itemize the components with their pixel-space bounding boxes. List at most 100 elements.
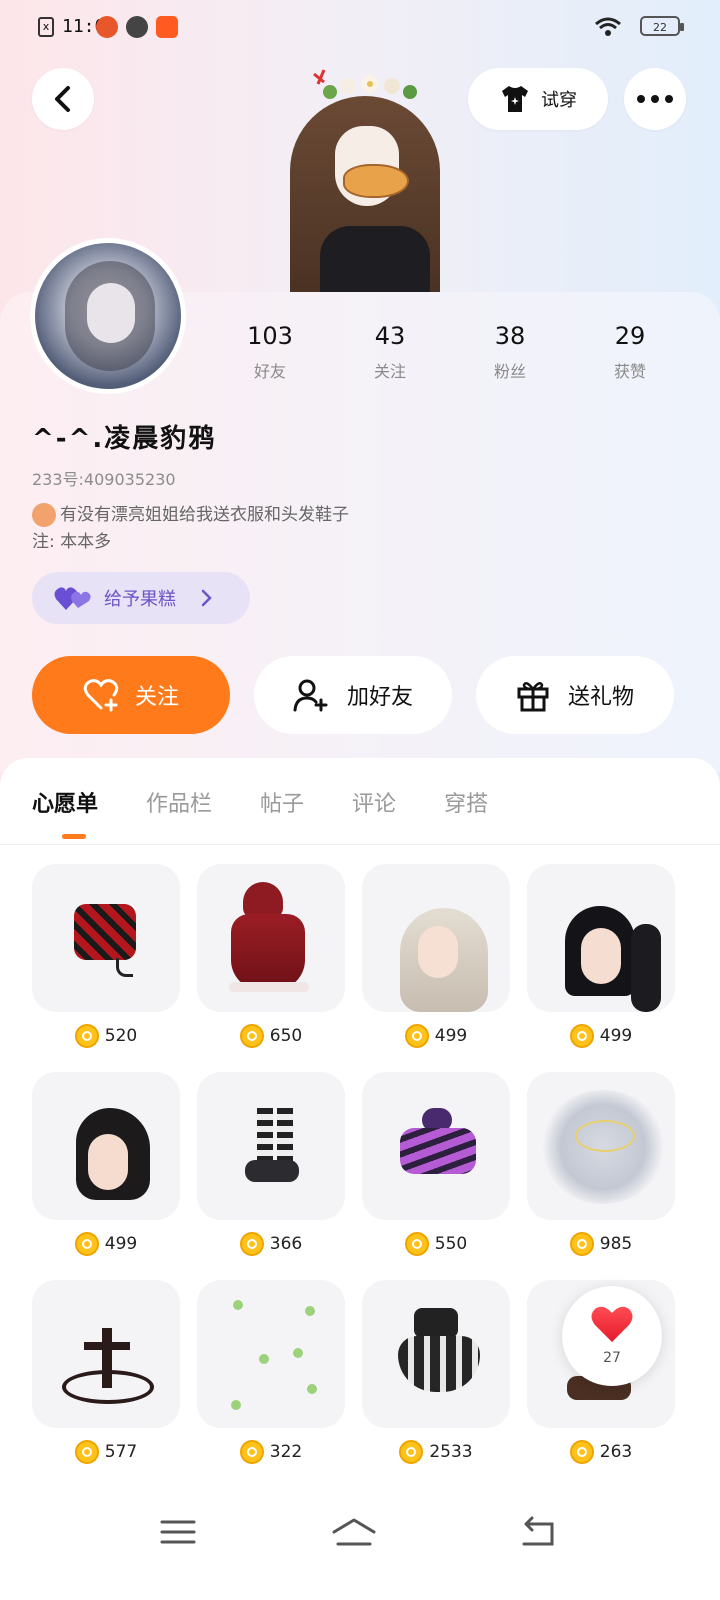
coin-icon (569, 1024, 594, 1048)
chevron-left-icon (55, 86, 70, 112)
item-price: 263 (527, 1440, 675, 1464)
stat-label: 获赞 (613, 362, 646, 381)
stat-following[interactable]: 43 关注 (330, 322, 450, 382)
item-price: 499 (527, 1024, 675, 1048)
content-panel: 心愿单 作品栏 帖子 评论 穿搭 520 650 499 499 499 366… (0, 758, 720, 1600)
item-price: 499 (362, 1024, 510, 1048)
coin-icon (404, 1232, 429, 1256)
stat-fans[interactable]: 38 粉丝 (450, 322, 570, 382)
bio-text: 有没有漂亮姐姐给我送衣服和头发鞋子 (60, 505, 349, 525)
wishlist-item[interactable]: 322 (197, 1280, 345, 1488)
item-price: 366 (197, 1232, 345, 1256)
price-value: 650 (269, 1026, 303, 1046)
stat-value: 38 (494, 322, 526, 350)
item-image-gothic-lolita-dress (362, 1280, 510, 1428)
back-nav-icon[interactable] (518, 1512, 558, 1552)
wishlist-item[interactable]: 499 (362, 864, 510, 1072)
wifi-icon (595, 17, 621, 36)
item-price: 499 (32, 1232, 180, 1256)
follow-button[interactable]: 关注 (32, 656, 230, 734)
app-icon-red (96, 16, 118, 38)
wishlist-item[interactable]: 499 (32, 1072, 180, 1280)
tshirt-icon (502, 86, 528, 112)
wishlist-item[interactable]: 577 (32, 1280, 180, 1488)
item-image-blonde-long-hair (362, 864, 510, 1012)
coin-icon (239, 1440, 264, 1464)
send-gift-button[interactable]: 送礼物 (476, 656, 674, 734)
coin-icon (569, 1232, 594, 1256)
gift-cake-pill[interactable]: 给予果糕 (32, 572, 250, 624)
tab-comments[interactable]: 评论 (352, 786, 396, 818)
tab-posts[interactable]: 帖子 (260, 786, 304, 818)
tab-bar: 心愿单 作品栏 帖子 评论 穿搭 (32, 786, 488, 839)
price-value: 322 (269, 1442, 303, 1462)
send-gift-label: 送礼物 (567, 685, 634, 710)
wishlist-item[interactable]: 520 (32, 864, 180, 1072)
item-price: 577 (32, 1440, 180, 1464)
coin-icon (239, 1232, 264, 1256)
like-count: 27 (603, 1350, 621, 1366)
tab-outfits[interactable]: 穿搭 (444, 786, 488, 818)
item-price: 550 (362, 1232, 510, 1256)
wishlist-item[interactable]: 550 (362, 1072, 510, 1280)
item-image-clover-effect (197, 1280, 345, 1428)
tab-works[interactable]: 作品栏 (146, 786, 212, 818)
item-image-striped-socks-boots (197, 1072, 345, 1220)
wishlist-item[interactable]: 650 (197, 864, 345, 1072)
like-button[interactable]: 27 (562, 1286, 662, 1386)
coin-icon (74, 1440, 99, 1464)
system-nav-bar (0, 1490, 720, 1600)
price-value: 577 (104, 1442, 138, 1462)
fish-taiyaki-icon (343, 164, 409, 198)
item-image-black-messy-bun-hair (32, 1072, 180, 1220)
wishlist-grid: 520 650 499 499 499 366 550 985 577 322 … (32, 864, 676, 1488)
back-button[interactable] (32, 68, 94, 130)
price-value: 263 (599, 1442, 633, 1462)
wishlist-item[interactable]: 366 (197, 1072, 345, 1280)
avatar[interactable] (30, 238, 186, 394)
wishlist-item[interactable]: 985 (527, 1072, 675, 1280)
tab-wishlist[interactable]: 心愿单 (32, 786, 98, 839)
gift-pill-label: 给予果糕 (104, 589, 176, 610)
notification-icon-x: x (38, 17, 54, 37)
stat-likes[interactable]: 29 获赞 (570, 322, 690, 382)
menu-icon[interactable] (158, 1512, 198, 1552)
add-friend-button[interactable]: 加好友 (254, 656, 452, 734)
stat-label: 好友 (253, 362, 286, 381)
price-value: 985 (599, 1234, 633, 1254)
add-friend-label: 加好友 (346, 685, 413, 710)
price-value: 499 (104, 1234, 138, 1254)
stat-value: 103 (247, 322, 293, 350)
bio: 有没有漂亮姐姐给我送衣服和头发鞋子 注: 本本多 (32, 502, 672, 556)
stat-label: 粉丝 (493, 362, 526, 381)
profile-stats: 103 好友 43 关注 38 粉丝 29 获赞 (210, 322, 690, 382)
item-image-dark-cross-ornament (32, 1280, 180, 1428)
coin-icon (399, 1440, 424, 1464)
status-bar: x 11:08 22 (0, 0, 720, 56)
home-icon[interactable] (330, 1512, 378, 1552)
item-price: 322 (197, 1440, 345, 1464)
item-price: 2533 (362, 1440, 510, 1464)
price-value: 520 (104, 1026, 138, 1046)
item-price: 650 (197, 1024, 345, 1048)
stat-value: 29 (614, 322, 646, 350)
heart-plus-icon (83, 679, 119, 712)
coin-icon (404, 1024, 429, 1048)
flower-crown-icon (313, 69, 417, 99)
try-on-button[interactable]: 试穿 (468, 68, 608, 130)
app-icon-face (126, 16, 148, 38)
battery-icon: 22 (640, 16, 684, 36)
user-id[interactable]: 233号:409035230 (32, 466, 176, 490)
wishlist-item[interactable]: 2533 (362, 1280, 510, 1488)
wishlist-item[interactable]: 499 (527, 864, 675, 1072)
try-on-label: 试穿 (541, 90, 577, 111)
more-dots-icon (637, 95, 673, 103)
price-value: 499 (599, 1026, 633, 1046)
more-button[interactable] (624, 68, 686, 130)
price-value: 2533 (429, 1442, 473, 1462)
price-value: 550 (434, 1234, 468, 1254)
coin-icon (239, 1024, 264, 1048)
heart-icon (591, 1306, 633, 1342)
stat-friends[interactable]: 103 好友 (210, 322, 330, 382)
tab-divider (0, 844, 720, 845)
